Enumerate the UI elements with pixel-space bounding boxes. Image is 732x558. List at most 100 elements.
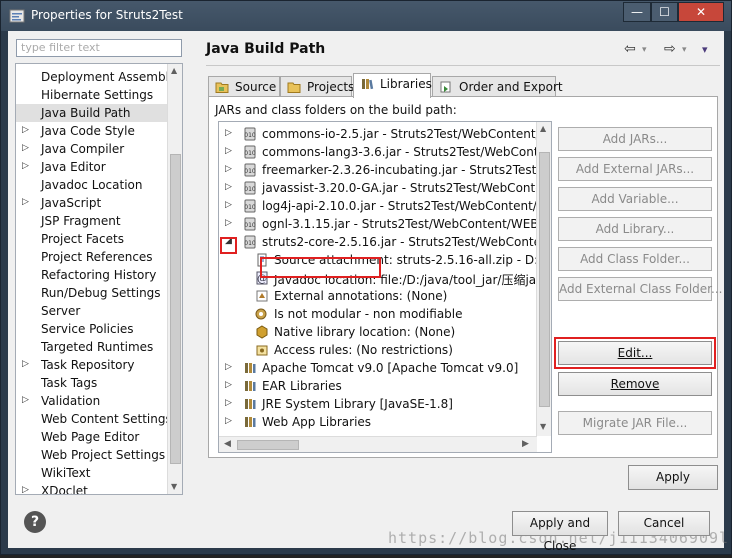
library-attribute-row[interactable]: Is not modular - non modifiable [219, 305, 539, 323]
expand-chevron-icon[interactable]: ▷ [225, 146, 232, 156]
nav-item[interactable]: Java Build Path [16, 104, 168, 122]
expand-chevron-icon[interactable]: ▷ [225, 164, 232, 174]
expand-chevron-icon[interactable]: ▷ [225, 128, 232, 138]
add-jars-button[interactable]: Add JARs... [558, 127, 712, 151]
tab-source[interactable]: Source [208, 76, 280, 97]
nav-item[interactable]: Web Project Settings [16, 446, 168, 464]
library-attribute-row[interactable]: Native library location: (None) [219, 323, 539, 341]
expand-chevron-icon[interactable]: ▷ [225, 362, 232, 372]
back-arrow-icon[interactable]: ⇦ [624, 41, 636, 57]
nav-item[interactable]: Targeted Runtimes [16, 338, 168, 356]
library-attribute-row[interactable]: External annotations: (None) [219, 287, 539, 305]
expand-chevron-icon[interactable]: ▷ [22, 125, 29, 135]
libraries-vertical-scrollbar[interactable]: ▲ ▼ [536, 122, 551, 436]
filter-input[interactable]: type filter text [16, 39, 182, 57]
close-button[interactable]: ✕ [678, 2, 724, 22]
library-row[interactable]: ▷ 010 commons-lang3-3.6.jar - Struts2Test/… [219, 143, 551, 161]
minimize-button[interactable]: — [623, 2, 651, 22]
libraries-scroll-thumb[interactable] [539, 152, 550, 407]
library-row[interactable]: ▷ 010 ognl-3.1.15.jar - Struts2Test/WebCon… [219, 215, 551, 233]
nav-item[interactable]: Deployment Assembly [16, 68, 176, 86]
expand-chevron-icon[interactable]: ▷ [225, 182, 232, 192]
nav-item[interactable]: Server [16, 302, 168, 320]
libraries-tree[interactable]: ▷ 010 commons-io-2.5.jar - Struts2Test/Web… [218, 121, 552, 453]
back-history-icon[interactable]: ▾ [642, 45, 647, 55]
library-row[interactable]: ▷ 010 log4j-api-2.10.0.jar - Struts2Test/W… [219, 197, 551, 215]
tab-label: Libraries [380, 77, 432, 91]
title-bar[interactable]: Properties for Struts2Test — ☐ ✕ [1, 1, 731, 31]
expand-chevron-icon[interactable]: ▷ [22, 161, 29, 171]
expand-chevron-icon[interactable]: ▷ [225, 416, 232, 426]
library-row[interactable]: ▷ Apache Tomcat v9.0 [Apache Tomcat v9.0] [219, 359, 539, 377]
expand-chevron-icon[interactable]: ▷ [225, 218, 232, 228]
scroll-right-icon[interactable]: ▶ [522, 439, 529, 449]
add-external-jars-button[interactable]: Add External JARs... [558, 157, 712, 181]
add-variable-button[interactable]: Add Variable... [558, 187, 712, 211]
nav-item[interactable]: ▷ JavaScript [16, 194, 168, 212]
tab-libraries[interactable]: Libraries [353, 73, 432, 98]
remove-button[interactable]: Remove [558, 372, 712, 396]
nav-item[interactable]: Run/Debug Settings [16, 284, 168, 302]
nav-item[interactable]: ▷ Java Editor [16, 158, 168, 176]
nav-item[interactable]: Project References [16, 248, 168, 266]
nav-item[interactable]: ▷ Task Repository [16, 356, 168, 374]
nav-item[interactable]: JSP Fragment [16, 212, 168, 230]
expand-chevron-icon[interactable]: ▷ [225, 380, 232, 390]
scroll-down-icon[interactable]: ▼ [540, 422, 546, 431]
library-row[interactable]: ▷ 010 javassist-3.20.0-GA.jar - Struts2Tes… [219, 179, 551, 197]
nav-item-label: Java Compiler [41, 142, 125, 156]
nav-item[interactable]: Refactoring History [16, 266, 168, 284]
tab-order-and-export[interactable]: Order and Export [432, 76, 563, 97]
nav-item[interactable]: Project Facets [16, 230, 168, 248]
nav-scroll-thumb[interactable] [170, 154, 181, 464]
expand-chevron-icon[interactable]: ▷ [22, 485, 29, 494]
page-title: Java Build Path [206, 41, 326, 57]
add-library-button[interactable]: Add Library... [558, 217, 712, 241]
forward-arrow-icon[interactable]: ⇨ [664, 41, 676, 57]
libraries-hscroll-thumb[interactable] [237, 440, 299, 450]
library-row[interactable]: ▷ EAR Libraries [219, 377, 539, 395]
nav-vertical-scrollbar[interactable]: ▲ ▼ [167, 64, 182, 494]
view-menu-icon[interactable]: ▾ [702, 43, 708, 56]
scroll-up-icon[interactable]: ▲ [171, 66, 177, 75]
apply-and-close-button[interactable]: Apply and Close [512, 511, 608, 553]
library-row[interactable]: ▷ Web App Libraries [219, 413, 539, 431]
expand-chevron-icon[interactable]: ▷ [22, 143, 29, 153]
scroll-down-icon[interactable]: ▼ [171, 482, 177, 491]
property-page-tree[interactable]: Deployment Assembly Hibernate Settings Jav… [15, 63, 183, 495]
libraries-horizontal-scrollbar[interactable]: ◀ ▶ [219, 436, 537, 452]
nav-item[interactable]: ▷ Java Code Style [16, 122, 168, 140]
nav-item[interactable]: Javadoc Location [16, 176, 168, 194]
add-external-class-folder-button[interactable]: Add External Class Folder... [558, 277, 722, 301]
help-icon[interactable]: ? [24, 511, 46, 533]
tab-projects[interactable]: Projects [280, 76, 354, 97]
apply-button[interactable]: Apply [628, 465, 718, 490]
expand-chevron-icon[interactable]: ▷ [22, 197, 29, 207]
expand-chevron-icon[interactable]: ▷ [22, 395, 29, 405]
edit-button[interactable]: Edit... [558, 341, 712, 365]
forward-history-icon[interactable]: ▾ [682, 45, 687, 55]
expand-chevron-icon[interactable]: ▷ [225, 200, 232, 210]
nav-item[interactable]: ▷ XDoclet [16, 482, 168, 494]
library-row[interactable]: ▷ 010 commons-io-2.5.jar - Struts2Test/Web… [219, 125, 551, 143]
nav-item[interactable]: Service Policies [16, 320, 168, 338]
scroll-left-icon[interactable]: ◀ [224, 439, 231, 449]
nav-item[interactable]: ▷ Validation [16, 392, 168, 410]
expand-chevron-icon[interactable]: ▷ [22, 359, 29, 369]
migrate-jar-button[interactable]: Migrate JAR File... [558, 411, 712, 435]
library-attribute-row[interactable]: Access rules: (No restrictions) [219, 341, 539, 359]
nav-item[interactable]: Web Content Settings [16, 410, 172, 428]
add-class-folder-button[interactable]: Add Class Folder... [558, 247, 712, 271]
nav-item[interactable]: ▷ Java Compiler [16, 140, 168, 158]
maximize-button[interactable]: ☐ [651, 2, 678, 22]
nav-item[interactable]: Hibernate Settings [16, 86, 168, 104]
library-row[interactable]: ◢ 010 struts2-core-2.5.16.jar - Struts2Tes… [219, 233, 551, 251]
nav-item[interactable]: Web Page Editor [16, 428, 168, 446]
library-row[interactable]: ▷ 010 freemarker-2.3.26-incubating.jar - S… [219, 161, 551, 179]
expand-chevron-icon[interactable]: ▷ [225, 398, 232, 408]
nav-item[interactable]: Task Tags [16, 374, 168, 392]
scroll-up-icon[interactable]: ▲ [540, 124, 546, 133]
nav-item[interactable]: WikiText [16, 464, 168, 482]
library-row[interactable]: ▷ JRE System Library [JavaSE-1.8] [219, 395, 539, 413]
cancel-button[interactable]: Cancel [618, 511, 710, 536]
